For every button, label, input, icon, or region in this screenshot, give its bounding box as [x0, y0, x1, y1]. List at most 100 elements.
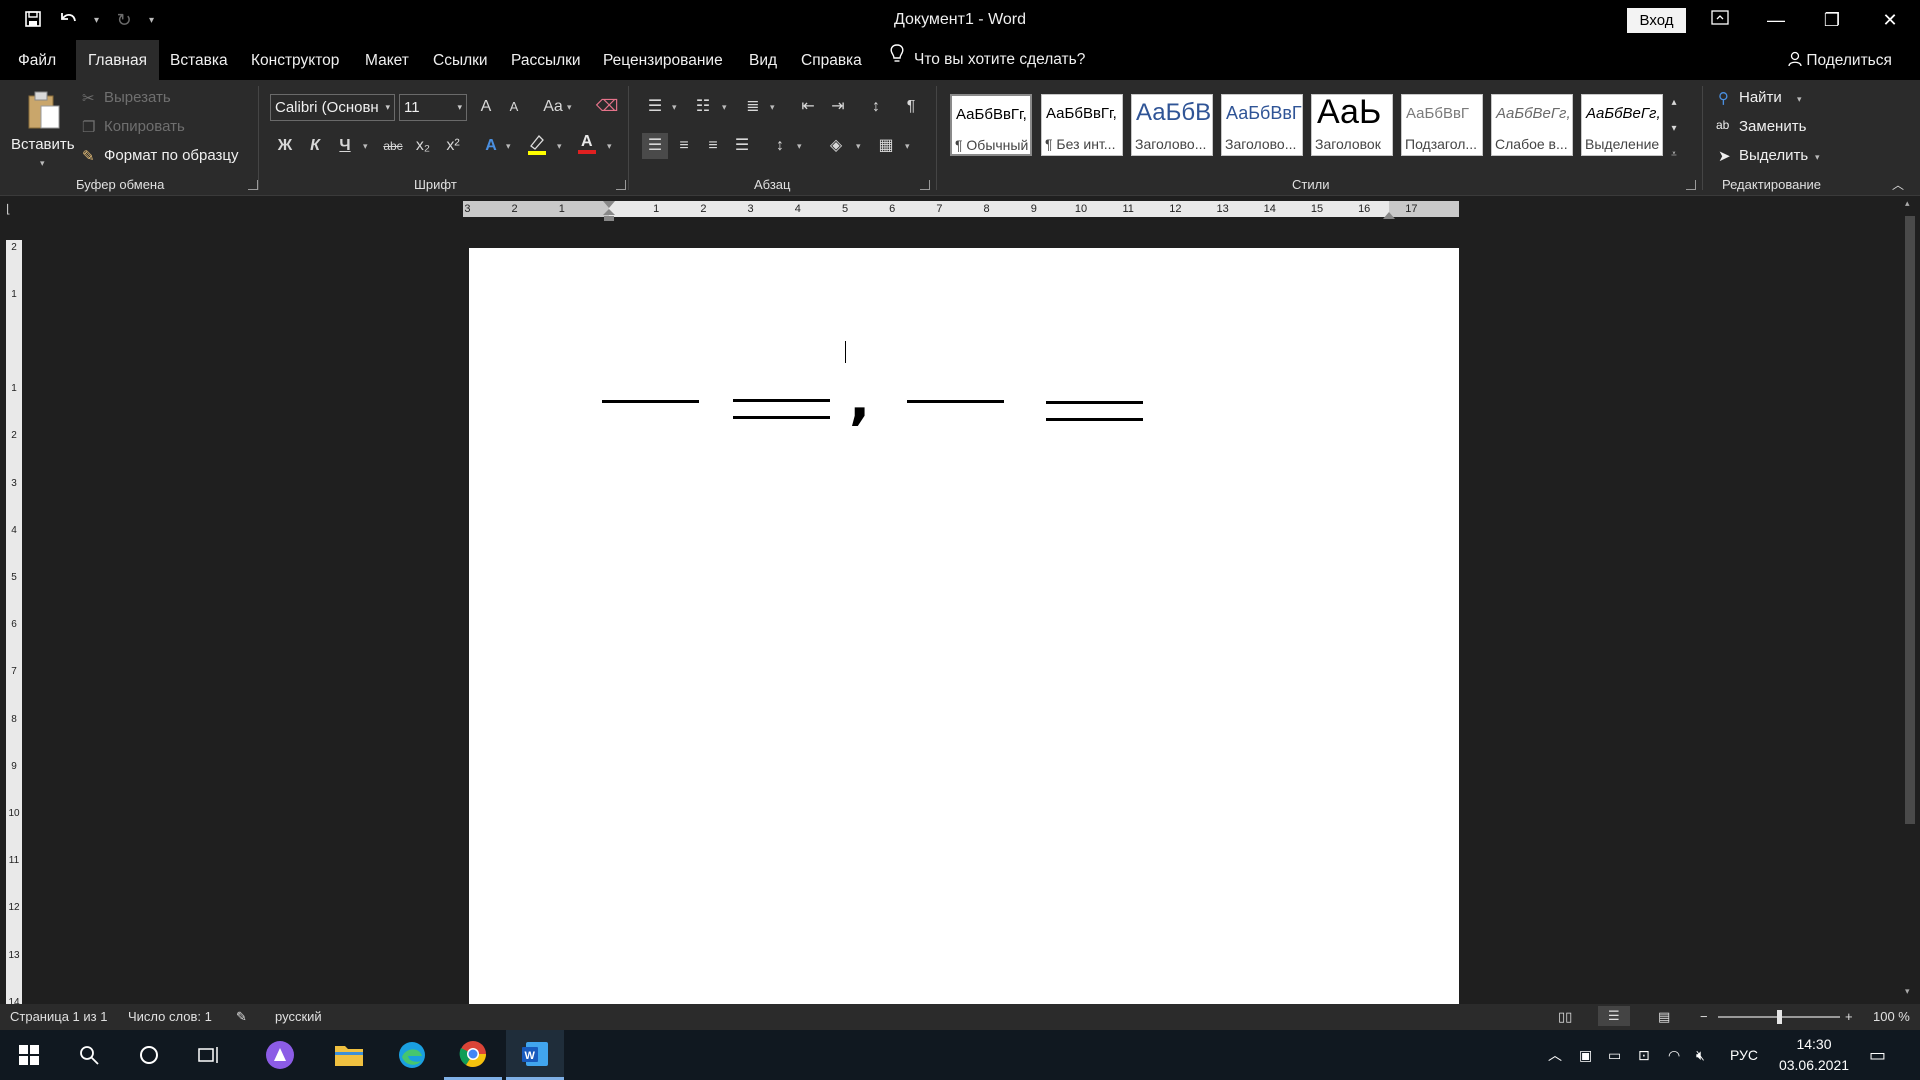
tab-references[interactable]: Ссылки [433, 40, 488, 80]
format-painter-button[interactable]: Формат по образцу [104, 147, 239, 164]
style-normal[interactable]: АаБбВвГг, ¶ Обычный [950, 94, 1032, 156]
right-indent-marker-icon[interactable] [1382, 207, 1396, 224]
line-spacing-icon[interactable]: ↕ [767, 133, 793, 159]
zoom-slider[interactable] [1718, 1010, 1840, 1024]
print-layout-icon[interactable]: ☰ [1598, 1006, 1630, 1026]
styles-more-icon[interactable]: ⩡ [1666, 142, 1682, 168]
styles-launcher-icon[interactable] [1686, 180, 1696, 190]
italic-button[interactable]: К [302, 133, 328, 159]
chevron-down-icon[interactable]: ▾ [567, 102, 572, 113]
chevron-down-icon[interactable]: ▾ [607, 141, 612, 152]
tell-me-search[interactable]: Что вы хотите сделать? [890, 40, 1085, 80]
search-icon[interactable] [60, 1030, 118, 1080]
style-no-spacing[interactable]: АаБбВвГг, ¶ Без инт... [1041, 94, 1123, 156]
tab-help[interactable]: Справка [801, 40, 862, 80]
close-icon[interactable]: ✕ [1862, 0, 1918, 40]
style-heading-2[interactable]: АаБбВвГ Заголово... [1221, 94, 1303, 156]
shrink-font-icon[interactable]: A [501, 94, 527, 120]
undo-icon[interactable] [58, 10, 80, 31]
chevron-down-icon[interactable]: ▾ [506, 141, 511, 152]
redo-icon[interactable]: ↻ [113, 11, 135, 29]
chrome-icon[interactable] [444, 1030, 502, 1080]
font-color-icon[interactable]: A [574, 131, 600, 157]
chevron-down-icon[interactable]: ▾ [1815, 152, 1820, 163]
shading-icon[interactable]: ◈ [823, 133, 849, 159]
subscript-button[interactable]: x₂ [410, 133, 436, 159]
zoom-out-icon[interactable]: − [1700, 1009, 1708, 1024]
document-page[interactable] [469, 248, 1459, 1004]
replace-button[interactable]: Заменить [1739, 118, 1806, 135]
word-count[interactable]: Число слов: 1 [128, 1009, 212, 1024]
chevron-down-icon[interactable]: ▾ [1797, 94, 1802, 105]
bold-button[interactable]: Ж [272, 133, 298, 159]
borders-icon[interactable]: ▦ [873, 133, 899, 159]
notifications-icon[interactable]: ▭ [1869, 1030, 1886, 1080]
minimize-icon[interactable]: — [1748, 0, 1804, 40]
tab-mailings[interactable]: Рассылки [511, 40, 581, 80]
multilevel-list-icon[interactable]: ≣ [740, 94, 766, 120]
file-explorer-icon[interactable] [320, 1030, 378, 1080]
zoom-slider-thumb[interactable] [1777, 1010, 1782, 1024]
scroll-up-icon[interactable]: ▴ [1905, 198, 1910, 209]
zoom-level[interactable]: 100 % [1873, 1009, 1910, 1024]
chevron-down-icon[interactable]: ▾ [770, 102, 775, 113]
undo-dropdown-icon[interactable]: ▾ [94, 15, 99, 26]
cortana-icon[interactable] [120, 1030, 178, 1080]
style-subtitle[interactable]: АаБбВвГ Подзагол... [1401, 94, 1483, 156]
task-view-icon[interactable] [180, 1030, 238, 1080]
chevron-down-icon[interactable]: ▾ [557, 141, 562, 152]
grow-font-icon[interactable]: A [473, 94, 499, 120]
paste-dropdown-icon[interactable]: ▾ [40, 158, 45, 169]
web-layout-icon[interactable]: ▤ [1658, 1009, 1670, 1025]
align-left-icon[interactable]: ☰ [642, 133, 668, 159]
scroll-down-icon[interactable]: ▾ [1905, 986, 1910, 997]
strikethrough-button[interactable]: abc [380, 133, 406, 159]
vertical-scrollbar[interactable]: ▴ ▾ [1900, 196, 1920, 1004]
tab-design[interactable]: Конструктор [251, 40, 339, 80]
chevron-down-icon[interactable]: ▾ [672, 102, 677, 113]
decrease-indent-icon[interactable]: ⇤ [795, 94, 821, 120]
device-icon[interactable]: ⊡ [1638, 1030, 1650, 1080]
edge-icon[interactable] [383, 1030, 441, 1080]
zoom-in-icon[interactable]: + [1845, 1009, 1853, 1024]
styles-scroll-up-icon[interactable]: ▴ [1666, 90, 1682, 116]
superscript-button[interactable]: x² [440, 133, 466, 159]
ribbon-display-options-icon[interactable] [1692, 0, 1748, 40]
chevron-down-icon[interactable]: ▾ [363, 141, 368, 152]
style-emphasis[interactable]: АаБбВеГг, Выделение [1581, 94, 1663, 156]
share-button[interactable]: Поделиться [1788, 40, 1892, 80]
font-launcher-icon[interactable] [616, 180, 626, 190]
bullets-icon[interactable]: ☰ [642, 94, 668, 120]
scrollbar-thumb[interactable] [1905, 216, 1915, 824]
page-count[interactable]: Страница 1 из 1 [10, 1009, 107, 1024]
cut-button[interactable]: Вырезать [104, 89, 171, 106]
chevron-down-icon[interactable]: ▾ [722, 102, 727, 113]
alice-icon[interactable] [251, 1030, 309, 1080]
clipboard-launcher-icon[interactable] [248, 180, 258, 190]
sort-icon[interactable]: ↕ [863, 94, 889, 120]
text-effects-icon[interactable]: A [478, 133, 504, 159]
read-mode-icon[interactable]: ▯▯ [1558, 1009, 1572, 1025]
style-heading-1[interactable]: АаБбВı Заголово... [1131, 94, 1213, 156]
volume-muted-icon[interactable]: 🔇︎ [1696, 1030, 1705, 1080]
align-center-icon[interactable]: ≡ [671, 133, 697, 159]
tab-layout[interactable]: Макет [365, 40, 409, 80]
battery-icon[interactable]: ▭ [1608, 1030, 1621, 1080]
indent-marker-icon[interactable] [602, 201, 616, 227]
highlight-color-icon[interactable] [524, 133, 550, 159]
input-language[interactable]: РУС [1730, 1030, 1758, 1080]
justify-icon[interactable]: ☰ [729, 133, 755, 159]
increase-indent-icon[interactable]: ⇥ [825, 94, 851, 120]
font-name-combo[interactable]: Calibri (Основн ▾ [270, 94, 395, 121]
customize-qat-icon[interactable]: ▾ [149, 15, 154, 26]
tab-home[interactable]: Главная [76, 40, 159, 80]
style-subtle-emphasis[interactable]: АаБбВеГг, Слабое в... [1491, 94, 1573, 156]
select-button[interactable]: Выделить [1739, 147, 1808, 164]
chevron-down-icon[interactable]: ▾ [797, 141, 802, 152]
clear-formatting-icon[interactable]: ⌫ [594, 94, 620, 120]
clock[interactable]: 14:30 03.06.2021 [1774, 1034, 1854, 1076]
change-case-icon[interactable]: Aa [540, 94, 566, 120]
style-title[interactable]: АаЬ Заголовок [1311, 94, 1393, 156]
sign-in-button[interactable]: Вход [1627, 8, 1686, 33]
tab-insert[interactable]: Вставка [170, 40, 228, 80]
